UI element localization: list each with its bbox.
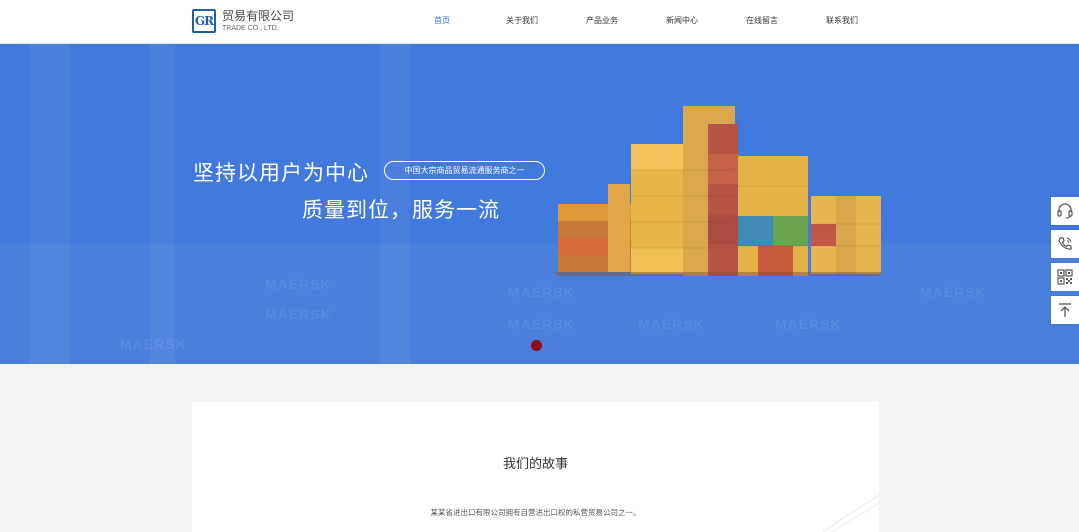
nav-item-products[interactable]: 产品业务: [562, 0, 642, 44]
watermark-text: MAERSK: [508, 316, 575, 332]
floating-toolbar: [1051, 197, 1079, 329]
story-section: 我们的故事 某某省进出口有限公司拥有自营进出口权的私营贸易公司之一。: [192, 402, 879, 532]
banner-subheadline: 质量到位，服务一流: [302, 198, 500, 222]
watermark-text: MAERSK: [775, 316, 842, 332]
shipping-containers-image: [553, 106, 883, 276]
back-to-top-button[interactable]: [1051, 296, 1079, 324]
logo-mark: GR: [192, 9, 216, 33]
back-to-top-icon: [1059, 303, 1071, 317]
banner-tag: 中国大宗商品贸易流通服务商之一: [384, 161, 545, 180]
watermark-text: MAERSK: [120, 336, 187, 352]
logo-title: 贸易有限公司: [222, 9, 295, 23]
decorative-lines: [822, 494, 879, 532]
logo[interactable]: GR 贸易有限公司 TRADE CO., LTD.: [192, 9, 294, 33]
logo-text: 贸易有限公司 TRADE CO., LTD.: [222, 10, 294, 32]
story-intro-text: 某某省进出口有限公司拥有自营进出口权的私营贸易公司之一。: [430, 508, 641, 517]
logo-subtitle: TRADE CO., LTD.: [222, 25, 279, 32]
nav-item-news[interactable]: 新闻中心: [642, 0, 722, 44]
site-header: GR 贸易有限公司 TRADE CO., LTD. 首页 关于我们 产品业务 新…: [0, 0, 1079, 44]
banner-headline: 坚持以用户为中心: [193, 161, 369, 185]
nav-item-contact[interactable]: 联系我们: [802, 0, 882, 44]
main-nav: 首页 关于我们 产品业务 新闻中心 在线留言 联系我们: [402, 0, 882, 44]
nav-item-home[interactable]: 首页: [402, 0, 482, 44]
carousel-dot-active[interactable]: [531, 340, 542, 351]
phone-button[interactable]: [1051, 230, 1079, 258]
customer-service-button[interactable]: [1051, 197, 1079, 225]
watermark-text: MAERSK: [265, 276, 332, 292]
hero-banner: MAERSK MAERSK MAERSK MAERSK MAERSK MAERS…: [0, 44, 1079, 364]
watermark-text: MAERSK: [508, 284, 575, 300]
nav-item-about[interactable]: 关于我们: [482, 0, 562, 44]
phone-icon: [1058, 237, 1072, 250]
watermark-text: MAERSK: [265, 306, 332, 322]
qr-code-button[interactable]: [1051, 263, 1079, 291]
customer-service-icon: [1057, 203, 1073, 219]
nav-item-message[interactable]: 在线留言: [722, 0, 802, 44]
section-title: 我们的故事: [502, 457, 568, 472]
watermark-text: MAERSK: [920, 284, 987, 300]
watermark-text: MAERSK: [638, 316, 705, 332]
qr-code-icon: [1057, 269, 1073, 285]
